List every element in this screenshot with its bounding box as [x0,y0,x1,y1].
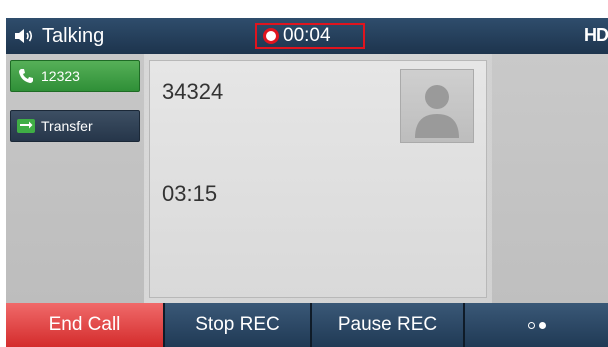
phone-icon [17,67,35,85]
phone-screen: Talking 00:04 HD 12323 Transfer 34324 03… [6,18,608,347]
line-key-label: 12323 [41,68,80,84]
pause-rec-button[interactable]: Pause REC [312,303,465,347]
end-call-button[interactable]: End Call [6,303,165,347]
status-bar: Talking 00:04 HD [6,18,608,54]
stop-rec-button[interactable]: Stop REC [165,303,312,347]
line-key-label: Transfer [41,118,93,134]
softkey-bar: End Call Stop REC Pause REC [6,303,608,347]
more-button[interactable] [465,303,608,347]
line-key-12323[interactable]: 12323 [10,60,140,92]
right-key-column [492,54,608,303]
call-status: Talking [14,24,104,48]
hd-audio-badge: HD [584,25,608,45]
call-duration: 03:15 [162,181,218,206]
recording-timer: 00:04 [283,25,331,46]
recording-indicator: 00:04 [255,23,365,49]
contact-avatar-icon [400,69,474,143]
call-area: 12323 Transfer 34324 03:15 [6,54,608,303]
active-call-panel: 34324 03:15 [149,60,487,298]
call-status-label: Talking [42,24,105,47]
caller-number: 34324 [162,79,224,104]
transfer-icon [17,117,35,135]
line-key-column: 12323 Transfer [6,54,144,303]
record-dot-icon [263,28,279,44]
speaker-icon [14,27,36,45]
line-key-transfer[interactable]: Transfer [10,110,140,142]
more-dots-icon [527,321,546,329]
